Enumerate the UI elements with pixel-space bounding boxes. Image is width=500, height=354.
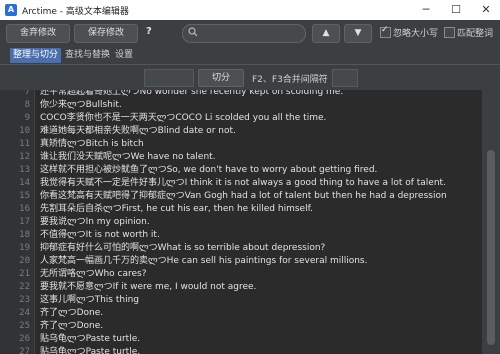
minimize-button[interactable]: ─ xyxy=(412,1,440,19)
line-number: 22 xyxy=(19,282,30,292)
editor-line[interactable]: 25 齐了ლつDone. xyxy=(0,320,480,333)
line-text: 先割耳朵后自杀ლつFirst, he cut his ear, then he … xyxy=(40,204,313,214)
match-word-label: 匹配整词 xyxy=(457,29,494,39)
line-number: 17 xyxy=(19,217,30,227)
line-text: 齐了ლつDone. xyxy=(40,321,104,331)
line-number: 19 xyxy=(19,243,30,253)
line-number: 27 xyxy=(19,347,30,354)
line-text: COCO李贤你也不是一天两天ლつCOCO Li scolded you all … xyxy=(40,113,327,123)
editor-line[interactable]: 26 贴乌龟ლつPaste turtle. xyxy=(0,333,480,346)
line-text: 贴乌龟ლつPaste turtle. xyxy=(40,347,141,354)
editor-line[interactable]: 12 谁让我们没天赋呢ლつWe have no talent. xyxy=(0,151,480,164)
editor-line[interactable]: 13 这样就不用担心被炒鱿鱼了ლつSo, we don't have to wor… xyxy=(0,164,480,177)
line-text: 你看这梵高有天赋吧得了抑郁症ლつVan Gogh had a lot of ta… xyxy=(40,191,447,201)
tab-settings[interactable]: 设置 xyxy=(112,48,136,63)
line-number: 10 xyxy=(19,126,30,136)
app-logo-icon: A xyxy=(5,4,17,16)
search-box xyxy=(182,24,306,43)
line-text: 要我就不愿意ლつIf it were me, I would not agree… xyxy=(40,282,257,292)
line-number: 13 xyxy=(19,165,30,175)
match-word-checkbox[interactable] xyxy=(444,27,455,38)
line-text: 我觉得有天赋不一定是件好事儿ლつI think it is not always… xyxy=(40,178,446,188)
line-number: 26 xyxy=(19,334,30,344)
editor-line[interactable]: 17 要我说ლつIn my opinion. xyxy=(0,216,480,229)
close-button[interactable]: ✕ xyxy=(472,1,500,19)
maximize-button[interactable]: ☐ xyxy=(442,1,470,19)
line-text: 无所谓咯ლつWho cares? xyxy=(40,269,147,279)
save-changes-button[interactable]: 保存修改 xyxy=(74,24,138,43)
line-text: 不值得ლつIt is not worth it. xyxy=(40,230,160,240)
scrollbar-thumb[interactable] xyxy=(487,150,495,345)
tab-organize-split[interactable]: 整理与切分 xyxy=(10,48,62,63)
search-icon xyxy=(188,27,198,37)
editor-line[interactable]: 7 还平常超起着哥她上ლつNo wonder she recently kept … xyxy=(0,90,480,99)
line-text: 这样就不用担心被炒鱿鱼了ლつSo, we don't have to worry… xyxy=(40,165,378,175)
tab-bar: 整理与切分 查找与替换 设置 xyxy=(0,48,500,65)
line-number: 20 xyxy=(19,256,30,266)
text-editor[interactable]: 7 还平常超起着哥她上ლつNo wonder she recently kept … xyxy=(0,90,482,354)
line-text: 难道她每天都相亲失败啊ლつBlind date or not. xyxy=(40,126,236,136)
editor-line[interactable]: 23 这事儿啊ლつThis thing xyxy=(0,294,480,307)
line-number: 7 xyxy=(24,90,30,97)
editor-line[interactable]: 11 真矫情ლつBitch is bitch xyxy=(0,138,480,151)
line-number: 15 xyxy=(19,191,30,201)
window-title: Arctime - 高级文本编辑器 xyxy=(22,7,129,17)
search-input[interactable] xyxy=(201,26,299,40)
editor-line[interactable]: 19 抑郁症有好什么可怕的啊ლつWhat is so terrible about… xyxy=(0,242,480,255)
discard-changes-button[interactable]: 舍弃修改 xyxy=(6,24,70,43)
find-next-button[interactable]: ▼ xyxy=(344,24,372,43)
split-button[interactable]: 切分 xyxy=(198,69,244,87)
line-text: 抑郁症有好什么可怕的啊ლつWhat is so terrible about d… xyxy=(40,243,326,253)
line-number: 9 xyxy=(24,113,30,123)
line-number: 21 xyxy=(19,269,30,279)
merge-separator-label: F2、F3合并间隔符 xyxy=(252,75,328,85)
ignore-case-label: 忽略大小写 xyxy=(393,29,439,39)
line-number: 16 xyxy=(19,204,30,214)
line-text: 这事儿啊ლつThis thing xyxy=(40,295,139,305)
editor-line[interactable]: 21 无所谓咯ლつWho cares? xyxy=(0,268,480,281)
tab-find-replace[interactable]: 查找与替换 xyxy=(62,48,113,63)
line-number: 18 xyxy=(19,230,30,240)
editor-line[interactable]: 14 我觉得有天赋不一定是件好事儿ლつI think it is not alwa… xyxy=(0,177,480,190)
line-number: 25 xyxy=(19,321,30,331)
editor-line[interactable]: 27 贴乌龟ლつPaste turtle. xyxy=(0,346,480,354)
line-number: 14 xyxy=(19,178,30,188)
line-number: 23 xyxy=(19,295,30,305)
line-text: 还平常超起着哥她上ლつNo wonder she recently kept o… xyxy=(40,90,344,97)
line-number: 8 xyxy=(24,100,30,110)
line-number: 24 xyxy=(19,308,30,318)
line-text: 贴乌龟ლつPaste turtle. xyxy=(40,334,141,344)
editor-line[interactable]: 10 难道她每天都相亲失败啊ლつBlind date or not. xyxy=(0,125,480,138)
line-text: 谁让我们没天赋呢ლつWe have no talent. xyxy=(40,152,216,162)
help-icon[interactable]: ? xyxy=(146,26,156,38)
editor-line[interactable]: 18 不值得ლつIt is not worth it. xyxy=(0,229,480,242)
line-number: 11 xyxy=(19,139,30,149)
editor-line[interactable]: 20 人家梵高一幅画几千万的卖ლつHe can sell his painting… xyxy=(0,255,480,268)
split-bar: 切分 F2、F3合并间隔符 xyxy=(0,65,500,89)
editor-line[interactable]: 24 齐了ლつDone. xyxy=(0,307,480,320)
editor-line[interactable]: 22 要我就不愿意ლつIf it were me, I would not agr… xyxy=(0,281,480,294)
line-text: 齐了ლつDone. xyxy=(40,308,104,318)
editor-line[interactable]: 8 你少来ლつBullshit. xyxy=(0,99,480,112)
separator-field[interactable] xyxy=(332,69,358,87)
line-text: 你少来ლつBullshit. xyxy=(40,100,122,110)
editor-line[interactable]: 15 你看这梵高有天赋吧得了抑郁症ლつVan Gogh had a lot of … xyxy=(0,190,480,203)
split-text-field[interactable] xyxy=(144,69,194,87)
find-previous-button[interactable]: ▲ xyxy=(312,24,340,43)
line-text: 人家梵高一幅画几千万的卖ლつHe can sell his paintings … xyxy=(40,256,368,266)
line-text: 要我说ლつIn my opinion. xyxy=(40,217,150,227)
ignore-case-checkbox[interactable] xyxy=(380,25,391,38)
title-bar: A Arctime - 高级文本编辑器 ─ ☐ ✕ xyxy=(0,0,500,20)
line-text: 真矫情ლつBitch is bitch xyxy=(40,139,144,149)
vertical-scrollbar[interactable] xyxy=(483,90,500,354)
editor-line[interactable]: 16 先割耳朵后自杀ლつFirst, he cut his ear, then h… xyxy=(0,203,480,216)
editor-line[interactable]: 9 COCO李贤你也不是一天两天ლつCOCO Li scolded you all… xyxy=(0,112,480,125)
line-number: 12 xyxy=(19,152,30,162)
